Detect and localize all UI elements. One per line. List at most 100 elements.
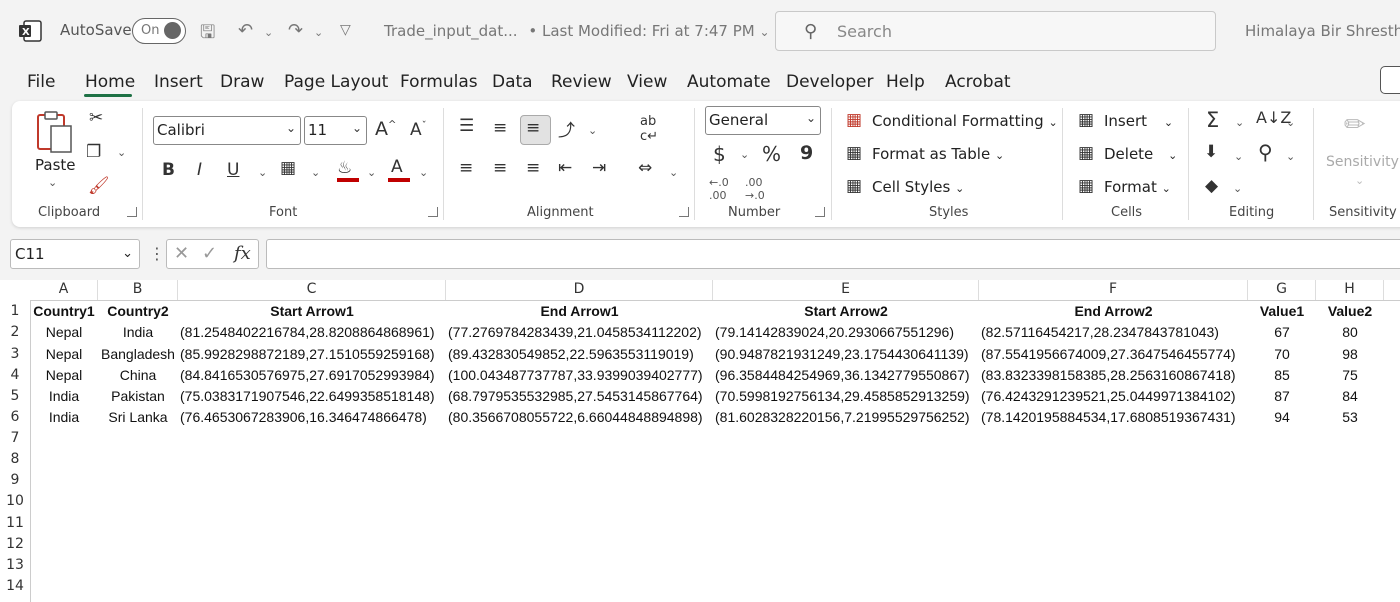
- align-left-icon[interactable]: ≡: [459, 158, 473, 178]
- table-cell[interactable]: Bangladesh: [98, 346, 178, 362]
- cell-e1[interactable]: Start Arrow2: [713, 303, 979, 319]
- font-color-icon[interactable]: A: [391, 157, 403, 177]
- decrease-decimal-icon[interactable]: .00 →.0: [745, 176, 765, 202]
- cancel-icon[interactable]: ✕: [174, 243, 189, 264]
- undo-dropdown-icon[interactable]: ⌄: [264, 26, 273, 39]
- clear-dropdown-icon[interactable]: ⌄: [1233, 182, 1242, 195]
- table-cell[interactable]: (77.2769784283439,21.0458534112202): [448, 324, 713, 340]
- autosave-toggle[interactable]: On: [132, 18, 186, 44]
- column-header-e[interactable]: E: [713, 280, 979, 300]
- enter-icon[interactable]: ✓: [202, 243, 217, 264]
- tab-data[interactable]: Data: [492, 72, 533, 92]
- row-header[interactable]: 5: [0, 388, 30, 404]
- tab-help[interactable]: Help: [886, 72, 925, 92]
- fill-icon[interactable]: ⬇: [1204, 142, 1218, 162]
- row-header[interactable]: 13: [0, 557, 30, 573]
- align-center-icon[interactable]: ≡: [493, 158, 507, 178]
- row-header[interactable]: 1: [0, 303, 30, 319]
- increase-indent-icon[interactable]: ⇥: [592, 158, 606, 178]
- row-header[interactable]: 12: [0, 536, 30, 552]
- tab-automate[interactable]: Automate: [687, 72, 771, 92]
- cell-styles-button[interactable]: Cell Styles ⌄: [872, 178, 964, 196]
- copy-dropdown-icon[interactable]: ⌄: [117, 146, 126, 159]
- copy-icon[interactable]: ❐: [86, 142, 101, 162]
- row-header[interactable]: 9: [0, 472, 30, 488]
- autosum-icon[interactable]: Σ: [1206, 108, 1219, 132]
- column-header-a[interactable]: A: [30, 280, 98, 300]
- row-header[interactable]: 8: [0, 451, 30, 467]
- sensitivity-dropdown-icon[interactable]: ⌄: [1355, 174, 1364, 187]
- autosum-dropdown-icon[interactable]: ⌄: [1235, 116, 1244, 129]
- table-cell[interactable]: India: [30, 388, 98, 404]
- table-cell[interactable]: 84: [1316, 388, 1384, 404]
- table-cell[interactable]: 80: [1316, 324, 1384, 340]
- table-cell[interactable]: (80.3566708055722,6.66044848894898): [448, 409, 713, 425]
- borders-dropdown-icon[interactable]: ⌄: [311, 166, 320, 179]
- table-cell[interactable]: Nepal: [30, 346, 98, 362]
- comma-style-button[interactable]: 9: [800, 142, 813, 164]
- table-cell[interactable]: Sri Lanka: [98, 409, 178, 425]
- format-cells-button[interactable]: Format ⌄: [1104, 178, 1171, 196]
- table-cell[interactable]: Nepal: [30, 324, 98, 340]
- select-all-corner[interactable]: [0, 280, 30, 300]
- orientation-icon[interactable]: ⤴: [558, 116, 575, 141]
- formula-input[interactable]: [266, 239, 1400, 269]
- tab-formulas[interactable]: Formulas: [400, 72, 478, 92]
- merge-dropdown-icon[interactable]: ⌄: [669, 166, 678, 179]
- underline-dropdown-icon[interactable]: ⌄: [258, 166, 267, 179]
- table-cell[interactable]: India: [98, 324, 178, 340]
- table-cell[interactable]: (81.2548402216784,28.8208864868961): [180, 324, 446, 340]
- row-header[interactable]: 7: [0, 430, 30, 446]
- cell-a1[interactable]: Country1: [30, 303, 98, 319]
- table-cell[interactable]: (70.5998192756134,29.4585852913259): [715, 388, 979, 404]
- fill-color-icon[interactable]: ♨: [337, 158, 352, 178]
- table-cell[interactable]: China: [98, 367, 178, 383]
- table-cell[interactable]: India: [30, 409, 98, 425]
- tab-review[interactable]: Review: [551, 72, 612, 92]
- tab-view[interactable]: View: [627, 72, 667, 92]
- sort-filter-dropdown-icon[interactable]: ⌄: [1286, 116, 1295, 129]
- table-cell[interactable]: Nepal: [30, 367, 98, 383]
- orientation-dropdown-icon[interactable]: ⌄: [588, 124, 597, 137]
- table-cell[interactable]: 75: [1316, 367, 1384, 383]
- conditional-formatting-button[interactable]: Conditional Formatting ⌄: [872, 112, 1058, 130]
- paste-button[interactable]: Paste: [35, 156, 76, 174]
- table-cell[interactable]: (78.1420195884534,17.6808519367431): [981, 409, 1248, 425]
- tab-home[interactable]: Home: [85, 72, 135, 92]
- insert-function-button[interactable]: fx: [234, 243, 251, 264]
- cut-icon[interactable]: ✂: [89, 108, 103, 128]
- search-box[interactable]: ⚲ Search: [775, 11, 1216, 51]
- table-cell[interactable]: 53: [1316, 409, 1384, 425]
- row-header[interactable]: 4: [0, 367, 30, 383]
- table-cell[interactable]: (75.0383171907546,22.6499358518148): [180, 388, 446, 404]
- decrease-font-size-icon[interactable]: Aˇ: [410, 120, 427, 140]
- percent-button[interactable]: %: [762, 142, 781, 166]
- tab-acrobat[interactable]: Acrobat: [945, 72, 1011, 92]
- cell-c1[interactable]: Start Arrow1: [178, 303, 446, 319]
- table-cell[interactable]: (79.14142839024,20.2930667551296): [715, 324, 979, 340]
- table-cell[interactable]: 67: [1248, 324, 1316, 340]
- user-name[interactable]: Himalaya Bir Shrestha: [1245, 22, 1400, 40]
- tab-developer[interactable]: Developer: [786, 72, 873, 92]
- table-cell[interactable]: (87.5541956674009,27.3647546455774): [981, 346, 1248, 362]
- table-cell[interactable]: (76.4653067283906,16.346474866478): [180, 409, 446, 425]
- table-cell[interactable]: (85.9928298872189,27.1510559259168): [180, 346, 446, 362]
- row-header[interactable]: 14: [0, 578, 30, 594]
- table-cell[interactable]: (89.432830549852,22.5963553119019): [448, 346, 713, 362]
- sensitivity-button[interactable]: Sensitivity: [1326, 154, 1399, 170]
- decrease-indent-icon[interactable]: ⇤: [558, 158, 572, 178]
- row-header[interactable]: 3: [0, 346, 30, 362]
- cell-h1[interactable]: Value2: [1316, 303, 1384, 319]
- font-launcher-icon[interactable]: [428, 207, 438, 217]
- find-select-dropdown-icon[interactable]: ⌄: [1286, 150, 1295, 163]
- italic-button[interactable]: I: [197, 160, 202, 180]
- column-header-b[interactable]: B: [98, 280, 178, 300]
- table-cell[interactable]: (68.7979535532985,27.5453145867764): [448, 388, 713, 404]
- table-cell[interactable]: (81.6028328220156,7.21995529756252): [715, 409, 979, 425]
- name-box[interactable]: C11 ⌄: [10, 239, 140, 269]
- merge-center-icon[interactable]: ⇔: [638, 158, 652, 178]
- table-cell[interactable]: (90.9487821931249,23.1754430641139): [715, 346, 979, 362]
- clear-icon[interactable]: ◆: [1205, 176, 1218, 196]
- increase-font-size-icon[interactable]: A^: [375, 118, 396, 140]
- save-icon[interactable]: 🖫: [200, 20, 215, 50]
